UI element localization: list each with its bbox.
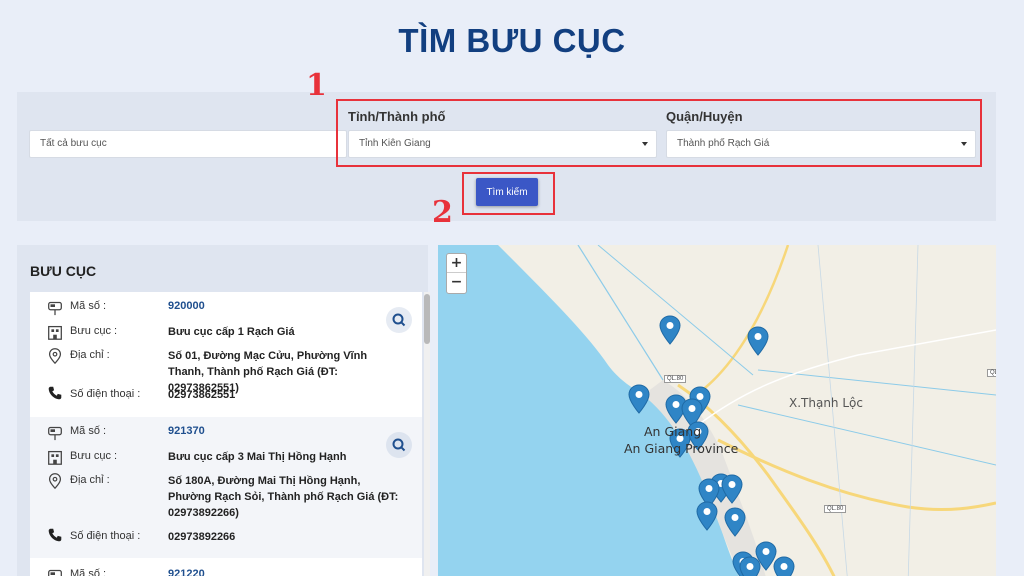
annotation-number-2: 2 [432,195,453,230]
address-label: Địa chỉ : [70,349,110,361]
postoffice-placeholder: Tất cả bưu cục [40,138,107,149]
canal [817,245,848,576]
phone-icon [48,528,62,542]
map-marker [739,556,761,576]
building-icon [48,325,62,340]
zoom-in-button[interactable]: + [447,254,466,273]
annotation-number-1: 1 [306,68,327,103]
canal [907,245,919,576]
address-value: Số 180A, Đường Mai Thị Hồng Hạnh, Phường… [168,475,399,519]
mailbox-icon [48,301,62,316]
annotation-box-2 [462,172,555,215]
page-title: TÌM BƯU CỤC [398,22,626,59]
phone-value: 02973892266 [168,531,236,543]
code-label: Mã số : [70,300,107,312]
zoom-out-button[interactable]: − [447,273,466,292]
phone-label: Số điện thoại : [70,530,141,542]
list-item[interactable]: Mã số : 921220 [30,558,422,576]
name-label: Bưu cục : [70,450,118,462]
magnifier-button[interactable] [386,432,412,458]
major-road [695,245,790,397]
code-label: Mã số : [70,425,107,437]
phone-icon [48,386,62,400]
list-item[interactable]: Mã số : 920000 Bưu cục : Bưu cục cấp 1 R… [30,292,422,417]
road-badge-ql80: QL.80 [664,375,687,383]
list-title: BƯU CỤC [30,263,97,279]
map-canvas[interactable] [438,245,996,576]
phone-value: 02973862551 [168,389,236,401]
map-marker [747,326,769,356]
code-label: Mã số : [70,568,107,576]
code-value: 921370 [168,425,205,437]
map-marker [659,315,681,345]
canal [737,404,996,466]
scrollbar-thumb[interactable] [424,294,430,344]
mailbox-icon [48,426,62,441]
postoffice-list-panel: BƯU CỤC Mã số : 920000 Bưu cục : Bưu cục… [17,245,430,576]
magnifier-button[interactable] [386,307,412,333]
map-view[interactable]: X.Thạnh Lộc An Giang An Giang Province Q… [438,245,996,576]
list-item[interactable]: Mã số : 921370 Bưu cục : Bưu cục cấp 3 M… [30,417,422,558]
canal [597,245,754,376]
building-icon [48,450,62,465]
code-value: 920000 [168,300,205,312]
list-scrollbar[interactable] [424,292,430,576]
annotation-box-1 [336,99,982,167]
road-badge-ql80: QL.80 [987,369,996,377]
name-label: Bưu cục : [70,325,118,337]
location-pin-icon [48,348,62,365]
name-value: Bưu cục cấp 1 Rạch Giá [168,326,295,338]
mailbox-icon [48,569,62,576]
location-pin-icon [48,473,62,490]
major-road [717,438,996,512]
code-value: 921220 [168,568,205,576]
city-label-an-giang: An Giang [644,424,702,439]
search-icon [392,438,406,452]
place-label-thanh-loc: X.Thạnh Lộc [789,396,863,410]
city-label-an-giang-province: An Giang Province [624,441,739,456]
map-marker [773,556,795,576]
name-value: Bưu cục cấp 3 Mai Thị Hồng Hạnh [168,451,347,463]
postoffice-input[interactable]: Tất cả bưu cục [29,130,347,158]
road-badge-ql80: QL.80 [824,505,847,513]
phone-label: Số điện thoại : [70,388,141,400]
search-icon [392,313,406,327]
address-label: Địa chỉ : [70,474,110,486]
zoom-control: + − [446,253,467,294]
list-scroll-area[interactable]: Mã số : 920000 Bưu cục : Bưu cục cấp 1 R… [30,292,433,576]
